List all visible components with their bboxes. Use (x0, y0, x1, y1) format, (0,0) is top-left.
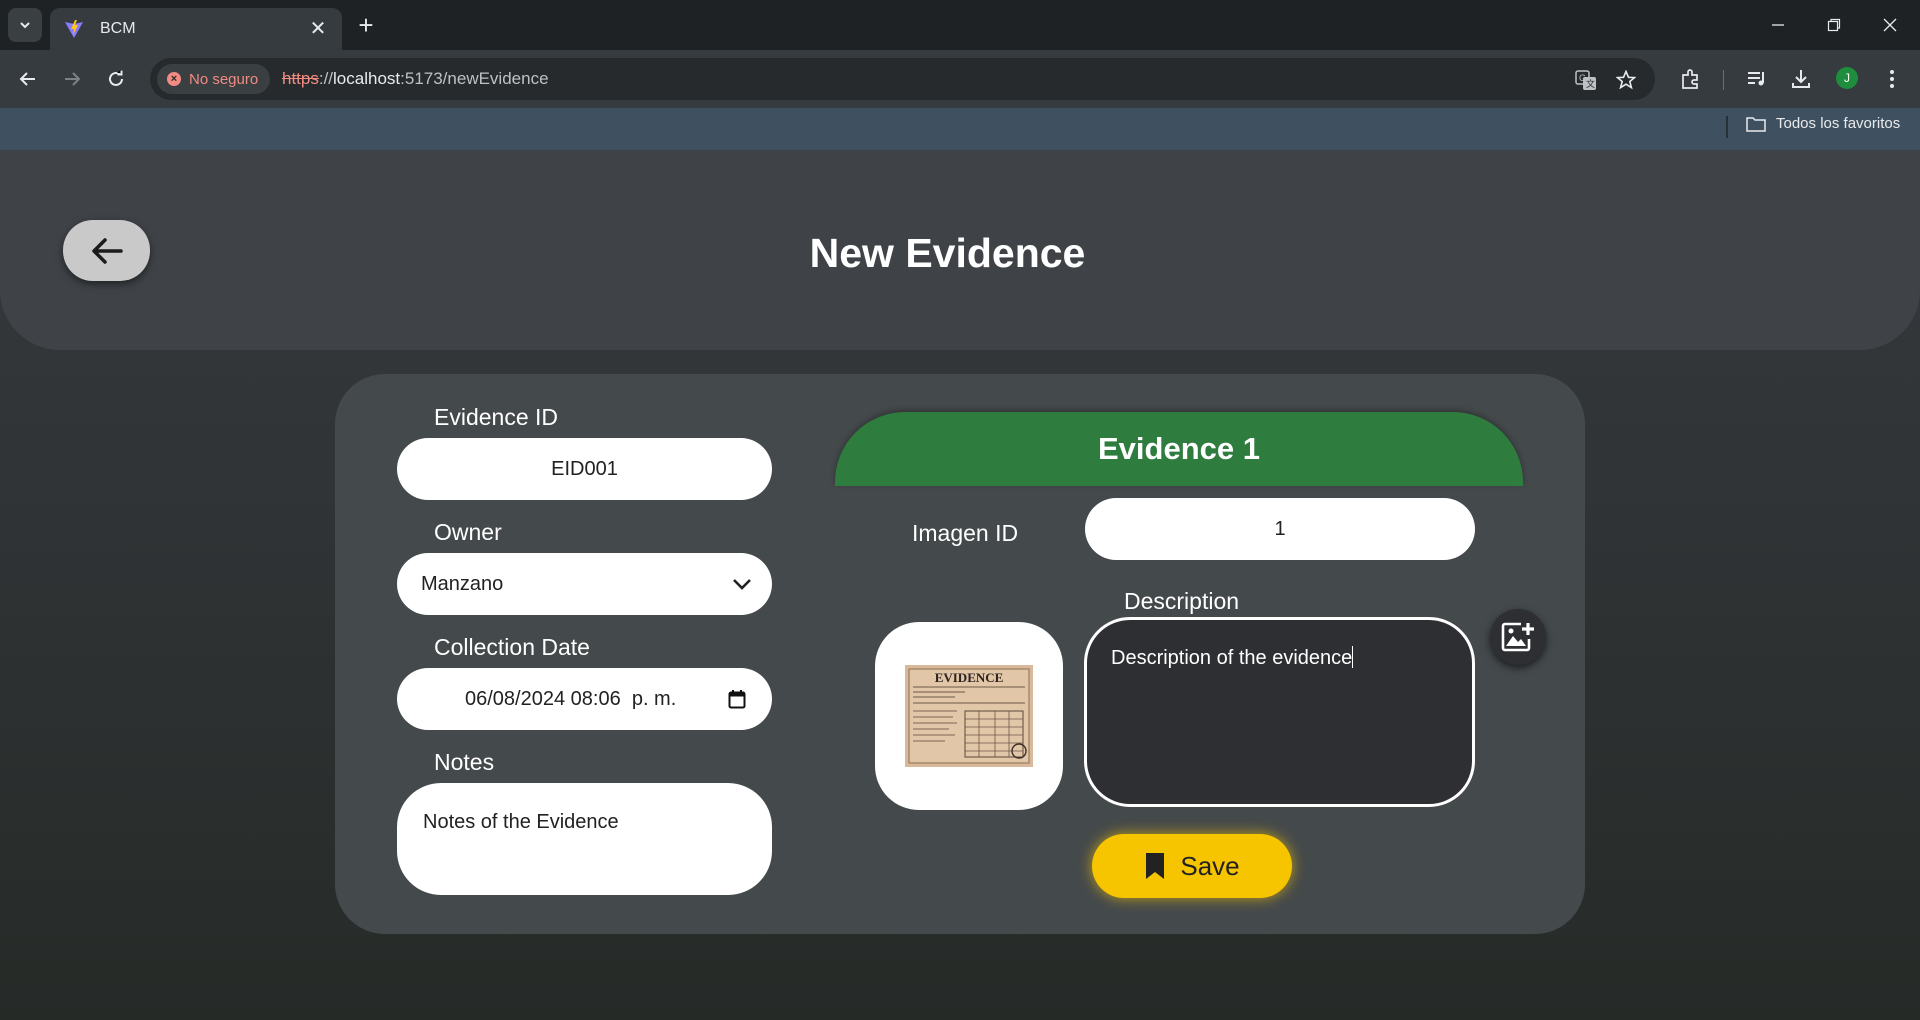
browser-tab[interactable]: BCM ✕ (50, 8, 342, 50)
evidence-id-value: EID001 (551, 457, 618, 480)
tab-close-icon[interactable]: ✕ (306, 17, 330, 41)
extensions-icon[interactable] (1676, 64, 1706, 94)
notes-textarea[interactable]: Notes of the Evidence (397, 783, 772, 895)
translate-icon[interactable]: G文 (1573, 67, 1599, 93)
image-id-value: 1 (1274, 517, 1286, 540)
download-icon[interactable] (1786, 64, 1816, 94)
evidence-document-image: EVIDENCE (905, 665, 1033, 767)
minimize-icon (1772, 24, 1784, 26)
evidence-id-label: Evidence ID (434, 404, 559, 430)
reload-button[interactable] (100, 63, 132, 95)
owner-value: Manzano (421, 572, 504, 595)
svg-text:文: 文 (1586, 78, 1595, 89)
text-caret (1352, 646, 1354, 668)
address-bar[interactable]: × No seguro https://localhost:5173/newEv… (150, 58, 1655, 100)
all-bookmarks-label: Todos los favoritos (1776, 115, 1901, 132)
tab-title: BCM (100, 20, 136, 37)
tab-strip: BCM ✕ + (0, 0, 1920, 50)
image-id-label: Imagen ID (912, 520, 1019, 546)
all-bookmarks-button[interactable]: Todos los favoritos (1746, 115, 1900, 132)
restore-button[interactable] (1814, 10, 1854, 40)
folder-icon (1746, 116, 1766, 132)
browser-toolbar: × No seguro https://localhost:5173/newEv… (0, 50, 1920, 108)
new-tab-button[interactable]: + (352, 12, 380, 40)
url-text[interactable]: https://localhost:5173/newEvidence (282, 69, 549, 89)
page-title: New Evidence (809, 230, 1086, 276)
owner-label: Owner (434, 519, 502, 545)
evidence-title-banner: Evidence 1 (835, 412, 1523, 486)
page: New Evidence Evidence ID EID001 Owner Ma… (0, 150, 1920, 1020)
notes-value: Notes of the Evidence (423, 811, 619, 833)
notes-label: Notes (434, 749, 495, 775)
security-label: No seguro (189, 70, 259, 88)
collection-date-label: Collection Date (434, 634, 590, 660)
bookmarks-bar: Todos los favoritos (0, 108, 1920, 150)
description-label: Description (1124, 588, 1240, 614)
bookmarks-divider (1726, 116, 1728, 138)
description-value: Description of the evidence (1111, 647, 1353, 669)
add-photo-icon (1501, 622, 1534, 652)
calendar-icon[interactable] (728, 689, 746, 709)
description-textarea[interactable]: Description of the evidence (1084, 617, 1475, 807)
restore-icon (1827, 18, 1841, 32)
browser-menu-icon[interactable] (1877, 64, 1907, 94)
arrow-left-icon (19, 72, 35, 86)
chevron-down-icon (733, 579, 751, 590)
chevron-down-icon (20, 22, 30, 29)
tab-search-button[interactable] (8, 8, 42, 42)
minimize-button[interactable] (1758, 10, 1798, 40)
not-secure-icon: × (167, 72, 181, 86)
image-id-input[interactable]: 1 (1085, 498, 1475, 560)
bookmark-icon (1146, 853, 1165, 879)
bookmark-star-icon[interactable] (1613, 67, 1639, 93)
security-chip[interactable]: × No seguro (157, 64, 271, 94)
evidence-title: Evidence 1 (1098, 431, 1260, 466)
toolbar-divider (1723, 70, 1724, 90)
svg-text:EVIDENCE: EVIDENCE (935, 670, 1004, 685)
close-window-button[interactable] (1870, 10, 1910, 40)
media-control-icon[interactable] (1742, 64, 1772, 94)
owner-select[interactable]: Manzano (397, 553, 772, 615)
evidence-image-thumbnail[interactable]: EVIDENCE (875, 622, 1063, 810)
reload-icon (109, 70, 123, 86)
arrow-right-icon (65, 72, 81, 86)
save-label: Save (1180, 850, 1240, 881)
evidence-form-card: Evidence ID EID001 Owner Manzano Collect… (335, 374, 1585, 934)
forward-nav-button[interactable] (56, 63, 88, 95)
close-icon (1883, 18, 1897, 32)
vite-logo-icon (65, 20, 83, 38)
profile-avatar[interactable]: J (1836, 67, 1858, 89)
back-nav-button[interactable] (12, 63, 44, 95)
add-image-button[interactable] (1490, 609, 1546, 665)
evidence-id-input[interactable]: EID001 (397, 438, 772, 500)
collection-date-value: 06/08/2024 08:06 p. m. (465, 687, 677, 710)
page-header: New Evidence (0, 150, 1920, 350)
collection-date-input[interactable]: 06/08/2024 08:06 p. m. (397, 668, 772, 730)
save-button[interactable]: Save (1092, 834, 1292, 898)
